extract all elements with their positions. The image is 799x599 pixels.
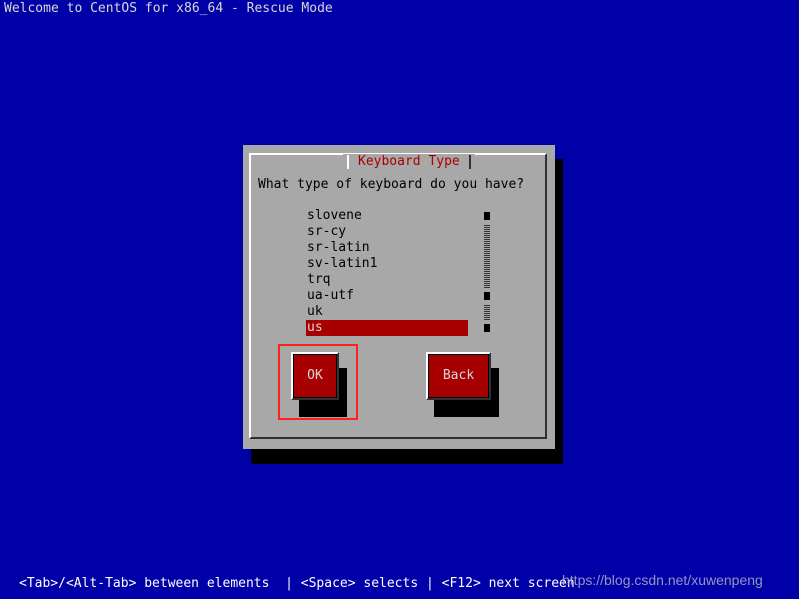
scrollbar-track[interactable] [484, 272, 490, 288]
list-item[interactable]: sr-latin [306, 240, 468, 256]
title-bracket-right [466, 155, 471, 169]
scrollbar-thumb[interactable] [484, 288, 490, 304]
scrollbar-track[interactable] [484, 256, 490, 272]
list-item[interactable]: sv-latin1 [306, 256, 468, 272]
help-line: <Tab>/<Alt-Tab> between elements | <Spac… [19, 576, 575, 591]
window-title: Welcome to CentOS for x86_64 - Rescue Mo… [4, 1, 333, 16]
list-item[interactable]: sr-cy [306, 224, 468, 240]
dialog-question: What type of keyboard do you have? [258, 177, 525, 192]
scrollbar-arrow-down[interactable] [484, 320, 490, 336]
keyboard-list[interactable]: slovene sr-cy sr-latin sv-latin1 trq ua-… [306, 208, 468, 336]
watermark: https://blog.csdn.net/xuwenpeng [562, 572, 763, 588]
dialog-title: Keyboard Type [358, 154, 460, 169]
list-item[interactable]: uk [306, 304, 468, 320]
list-item[interactable]: ua-utf [306, 288, 468, 304]
back-button[interactable]: Back [426, 352, 491, 400]
ok-highlight-box [278, 344, 358, 420]
list-scrollbar[interactable] [483, 208, 491, 336]
scrollbar-arrow-up[interactable] [484, 208, 490, 224]
scrollbar-track[interactable] [484, 240, 490, 256]
scrollbar-track[interactable] [484, 304, 490, 320]
dialog-title-wrap: Keyboard Type [343, 154, 475, 170]
list-item-selected[interactable]: us [306, 320, 468, 336]
title-bracket-left [347, 155, 352, 169]
scrollbar-track[interactable] [484, 224, 490, 240]
list-item[interactable]: trq [306, 272, 468, 288]
back-button-label: Back [428, 354, 489, 398]
list-item[interactable]: slovene [306, 208, 468, 224]
